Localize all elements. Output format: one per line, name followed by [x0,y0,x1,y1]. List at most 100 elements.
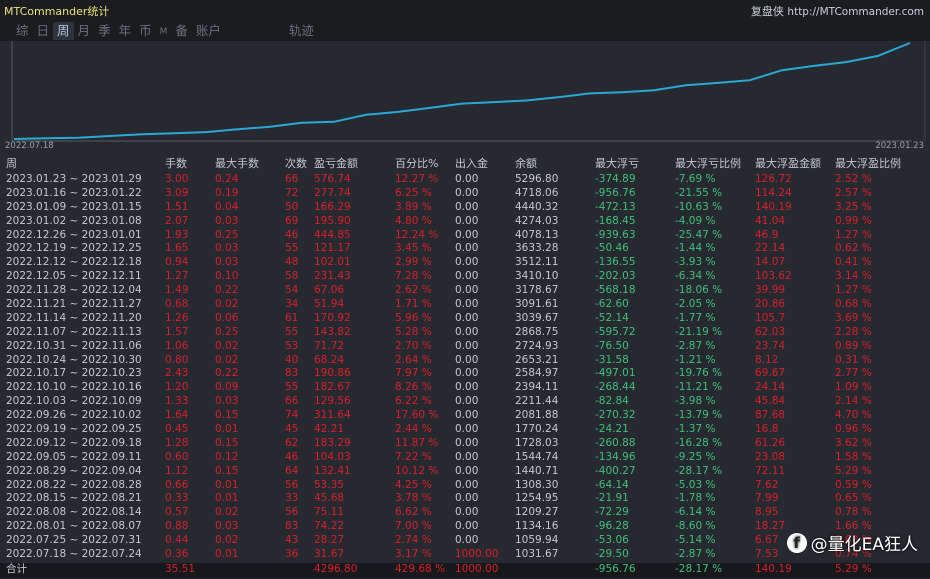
cell-max-lots: 0.15 [215,436,239,449]
tab-9[interactable]: 账户 [192,22,225,40]
cell-trades: 66 [285,395,299,408]
cell-trades: 56 [285,506,299,519]
table-row[interactable]: 2022.09.19 ~ 2022.09.25 0.45 0.01 45 42.21 2.… [0,423,930,437]
cell-trades: 43 [285,534,299,547]
cell-max-float-profit: 41.04 [755,214,786,227]
cell-percent: 7.28 % [395,270,432,283]
table-row[interactable]: 2022.10.24 ~ 2022.10.30 0.80 0.02 40 68.24 2.… [0,354,930,368]
header-max-drawdown-pct: 最大浮亏比例 [675,157,741,170]
cell-lots: 0.60 [165,450,189,463]
cell-percent: 2.44 % [395,423,432,436]
table-row[interactable]: 2022.08.22 ~ 2022.08.28 0.66 0.01 56 53.35 4.… [0,479,930,493]
tab-7[interactable]: M [156,22,172,40]
cell-max-drawdown-pct: -3.98 % [675,395,716,408]
table-row[interactable]: 2023.01.02 ~ 2023.01.08 2.07 0.03 69 195.90 4… [0,215,930,229]
cell-max-float-profit: 20.86 [755,298,786,311]
table-row[interactable]: 2022.09.12 ~ 2022.09.18 1.28 0.15 62 183.29 1… [0,437,930,451]
cell-max-drawdown-pct: -21.55 % [675,186,723,199]
cell-max-float-profit-pct: 3.14 % [835,270,872,283]
table-row[interactable]: 2022.12.05 ~ 2022.12.11 1.27 0.10 58 231.43 7… [0,270,930,284]
table-row[interactable]: 2022.11.07 ~ 2022.11.13 1.57 0.25 55 143.82 5… [0,326,930,340]
brand-link[interactable]: http://MTCommander.com [787,6,924,18]
tab-5[interactable]: 年 [115,22,136,40]
cell-trades: 69 [285,214,299,227]
tab-1[interactable]: 日 [33,22,54,40]
table-row[interactable]: 2022.12.12 ~ 2022.12.18 0.94 0.03 48 102.01 2… [0,256,930,270]
cell-max-lots: 0.02 [215,353,239,366]
cell-week: 2022.09.19 ~ 2022.09.25 [6,423,142,436]
cell-max-drawdown: -202.03 [595,270,636,283]
table-row[interactable]: 2022.11.14 ~ 2022.11.20 1.26 0.06 61 170.92 5… [0,312,930,326]
tab-8[interactable]: 备 [171,22,192,40]
cell-max-drawdown: -268.44 [595,381,636,394]
cell-lots: 2.43 [165,367,189,380]
cell-deposit: 0.00 [455,256,479,269]
table-row[interactable]: 2023.01.16 ~ 2023.01.22 3.09 0.19 72 277.74 6… [0,187,930,201]
cell-deposit: 0.00 [455,325,479,338]
table-row[interactable]: 2022.12.26 ~ 2023.01.01 1.93 0.25 46 444.85 1… [0,229,930,243]
table-row[interactable]: 2022.09.05 ~ 2022.09.11 0.60 0.12 46 104.03 7… [0,451,930,465]
table-row[interactable]: 2022.10.31 ~ 2022.11.06 1.06 0.02 53 71.72 2.… [0,340,930,354]
table-row[interactable]: 2022.11.21 ~ 2022.11.27 0.68 0.02 34 51.94 1.… [0,298,930,312]
cell-balance: 4718.06 [515,186,559,199]
cell-balance: 3178.67 [515,284,559,297]
cell-pnl: 51.94 [314,298,345,311]
cell-max-drawdown-pct: -1.78 % [675,492,716,505]
cell-percent: 10.12 % [395,464,439,477]
cell-pnl: 129.56 [314,395,351,408]
cell-week: 2022.07.25 ~ 2022.07.31 [6,534,142,547]
cell-percent: 17.60 % [395,409,439,422]
cell-max-drawdown: -72.29 [595,506,629,519]
cell-week: 2022.10.24 ~ 2022.10.30 [6,353,142,366]
cell-deposit: 0.00 [455,228,479,241]
cell-lots: 0.66 [165,478,189,491]
cell-trades: 33 [285,492,299,505]
header-week: 周 [6,157,17,170]
table-row[interactable]: 2022.12.19 ~ 2022.12.25 1.65 0.03 55 121.17 3… [0,242,930,256]
table-row[interactable]: 2023.01.09 ~ 2023.01.15 1.51 0.04 50 166.29 3… [0,201,930,215]
table-row[interactable]: 2023.01.23 ~ 2023.01.29 3.00 0.24 66 576.74 1… [0,173,930,187]
cell-balance: 3633.28 [515,242,559,255]
table-row[interactable]: 2022.10.03 ~ 2022.10.09 1.33 0.03 66 129.56 6… [0,395,930,409]
cell-balance: 1440.71 [515,464,559,477]
cell-deposit: 0.00 [455,173,479,185]
table-row[interactable]: 2022.08.15 ~ 2022.08.21 0.33 0.01 33 45.68 3.… [0,492,930,506]
cell-max-float-profit: 140.19 [755,200,792,213]
cell-week: 2022.10.10 ~ 2022.10.16 [6,381,142,394]
tab-6[interactable]: 币 [135,22,156,40]
cell-max-float-profit-pct: 0.99 % [835,214,872,227]
cell-max-drawdown-pct: -28.17 % [675,464,723,477]
chart-end-date: 2023.01.23 [875,141,924,151]
cell-percent: 2.70 % [395,339,432,352]
table-row[interactable]: 2022.09.26 ~ 2022.10.02 1.64 0.15 74 311.64 1… [0,409,930,423]
cell-max-float-profit-pct: 1.27 % [835,284,872,297]
tab-2[interactable]: 周 [53,22,74,40]
table-row[interactable]: 2022.11.28 ~ 2022.12.04 1.49 0.22 54 67.06 2.… [0,284,930,298]
tab-0[interactable]: 综 [12,22,33,40]
cell-lots: 1.33 [165,395,189,408]
cell-max-float-profit-pct: 3.69 % [835,311,872,324]
cell-balance: 3410.10 [515,270,559,283]
cell-max-float-profit-pct: 0.59 % [835,478,872,491]
table-row[interactable]: 2022.10.17 ~ 2022.10.23 2.43 0.22 83 190.86 7… [0,367,930,381]
cell-balance: 1209.27 [515,506,559,519]
cell-percent: 1.71 % [395,298,432,311]
cell-lots: 1.28 [165,436,189,449]
cell-percent: 5.96 % [395,311,432,324]
tab-10[interactable]: 轨迹 [285,22,318,40]
table-row[interactable]: 2022.08.08 ~ 2022.08.14 0.57 0.02 56 75.11 6.… [0,506,930,520]
cell-balance: 1770.24 [515,423,559,436]
cell-max-float-profit-pct: 3.62 % [835,436,872,449]
tab-3[interactable]: 月 [74,22,95,40]
header-max-drawdown: 最大浮亏 [595,157,639,170]
cell-trades: 58 [285,270,299,283]
cell-week: 2022.09.12 ~ 2022.09.18 [6,436,142,449]
cell-max-lots: 0.24 [215,173,239,185]
table-row[interactable]: 2022.10.10 ~ 2022.10.16 1.20 0.09 55 182.67 8… [0,381,930,395]
cell-deposit: 0.00 [455,395,479,408]
cell-trades: 66 [285,173,299,185]
table-row[interactable]: 2022.08.29 ~ 2022.09.04 1.12 0.15 64 132.41 1… [0,465,930,479]
cell-trades: 64 [285,464,299,477]
tab-4[interactable]: 季 [94,22,115,40]
cell-percent: 2.74 % [395,534,432,547]
